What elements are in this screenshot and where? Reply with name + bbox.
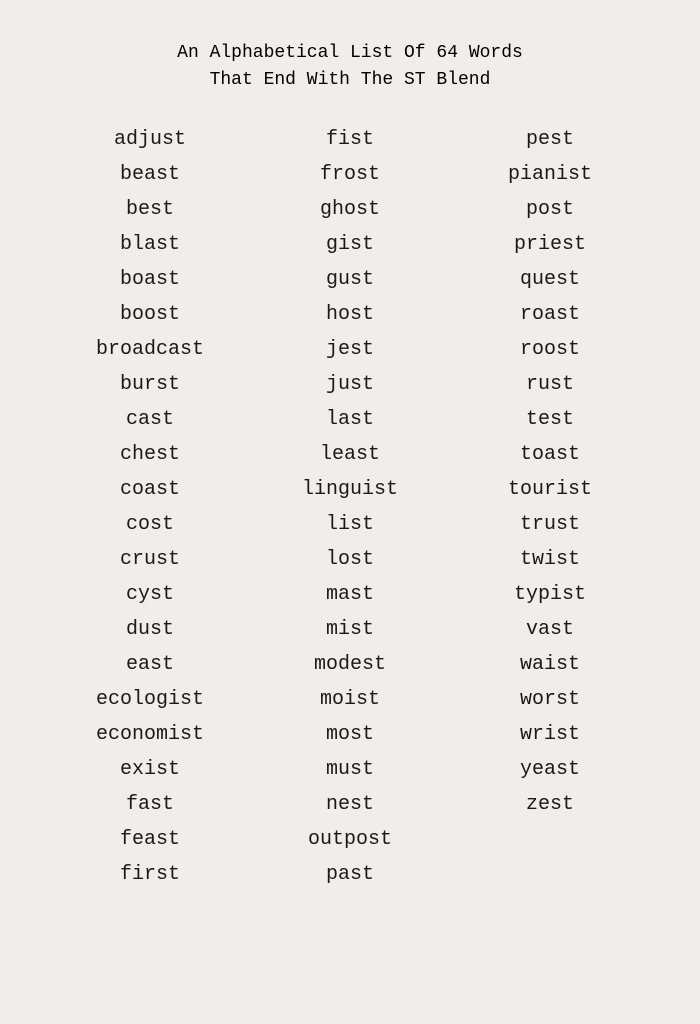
word-item: list	[326, 509, 374, 540]
word-item: tourist	[508, 474, 592, 505]
word-item: beast	[120, 159, 180, 190]
word-item: most	[326, 719, 374, 750]
word-item: best	[126, 194, 174, 225]
word-item: boast	[120, 264, 180, 295]
word-item: pest	[526, 124, 574, 155]
word-item: zest	[526, 789, 574, 820]
word-item: must	[326, 754, 374, 785]
word-item: worst	[520, 684, 580, 715]
column-3: pest pianist post priest quest roast roost rust…	[450, 124, 650, 890]
word-item: ecologist	[96, 684, 204, 715]
word-item: boost	[120, 299, 180, 330]
word-item: cyst	[126, 579, 174, 610]
word-item: mist	[326, 614, 374, 645]
title-line2: That End With The ST Blend	[177, 67, 523, 94]
word-item: cast	[126, 404, 174, 435]
word-item: fast	[126, 789, 174, 820]
word-item: just	[326, 369, 374, 400]
word-item: gist	[326, 229, 374, 260]
word-item: past	[326, 859, 374, 890]
word-item: mast	[326, 579, 374, 610]
word-item: frost	[320, 159, 380, 190]
word-item: economist	[96, 719, 204, 750]
word-item: roast	[520, 299, 580, 330]
word-item: chest	[120, 439, 180, 470]
word-item: rust	[526, 369, 574, 400]
word-item: post	[526, 194, 574, 225]
page-title: An Alphabetical List Of 64 Words That En…	[177, 40, 523, 94]
word-item: yeast	[520, 754, 580, 785]
word-item: dust	[126, 614, 174, 645]
column-1: adjust beast best blast boast boost broadcast b…	[50, 124, 250, 890]
word-item: typist	[514, 579, 586, 610]
word-item: toast	[520, 439, 580, 470]
word-item: fist	[326, 124, 374, 155]
word-item: feast	[120, 824, 180, 855]
word-item: coast	[120, 474, 180, 505]
word-item: least	[320, 439, 380, 470]
word-item: first	[120, 859, 180, 890]
word-item: moist	[320, 684, 380, 715]
word-item: wrist	[520, 719, 580, 750]
word-item: lost	[326, 544, 374, 575]
word-item: waist	[520, 649, 580, 680]
word-item: twist	[520, 544, 580, 575]
title-line1: An Alphabetical List Of 64 Words	[177, 40, 523, 67]
word-item: crust	[120, 544, 180, 575]
word-item: quest	[520, 264, 580, 295]
word-item: last	[326, 404, 374, 435]
word-item: blast	[120, 229, 180, 260]
word-item: test	[526, 404, 574, 435]
word-item: outpost	[308, 824, 392, 855]
word-item: modest	[314, 649, 386, 680]
word-item: adjust	[114, 124, 186, 155]
word-item: linguist	[302, 474, 398, 505]
word-item: exist	[120, 754, 180, 785]
word-item: host	[326, 299, 374, 330]
word-item: jest	[326, 334, 374, 365]
column-2: fist frost ghost gist gust host jest just last le…	[250, 124, 450, 890]
word-item: roost	[520, 334, 580, 365]
word-item: trust	[520, 509, 580, 540]
word-item: pianist	[508, 159, 592, 190]
word-item: gust	[326, 264, 374, 295]
word-item: vast	[526, 614, 574, 645]
word-grid: adjust beast best blast boast boost broadcast b…	[50, 124, 650, 890]
word-item: broadcast	[96, 334, 204, 365]
word-item: nest	[326, 789, 374, 820]
word-item: ghost	[320, 194, 380, 225]
word-item: cost	[126, 509, 174, 540]
word-item: priest	[514, 229, 586, 260]
word-item: east	[126, 649, 174, 680]
word-item: burst	[120, 369, 180, 400]
